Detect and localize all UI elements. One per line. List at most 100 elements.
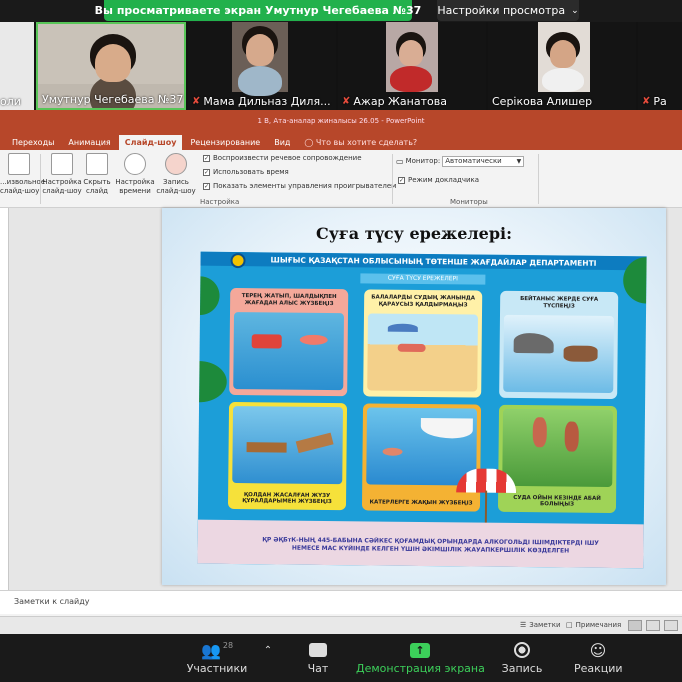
poster-footer-text: ҚР ӘҚБтК-НЫҢ 445-БАБЫНА СӘЙКЕС ҚОҒАМДЫҚ … <box>262 536 599 555</box>
rule-caption: БАЛАЛАРДЫ СУДЫҢ ЖАНЫНДА ҚАРАУСЫЗ ҚАЛДЫРМ… <box>371 294 476 309</box>
slide-sorter-button[interactable] <box>646 620 660 631</box>
video-tile[interactable]: ✘ Мама Дильназ Диля... <box>188 22 336 110</box>
rule-caption: КАТЕРЛЕРГЕ ЖАҚЫН ЖҮЗБЕҢІЗ <box>369 499 473 507</box>
presenter-view-checkbox[interactable]: ✓ Режим докладчика <box>398 176 479 184</box>
hide-slide-button[interactable]: Скрыть слайд <box>82 153 112 196</box>
custom-slideshow-label: ...извольное слайд-шоу <box>0 178 46 195</box>
checkbox-checked: ✓ <box>203 182 210 190</box>
tab-review[interactable]: Рецензирование <box>184 135 266 150</box>
share-screen-label: Демонстрация экрана <box>356 662 485 675</box>
video-tile[interactable]: ✘ Ра <box>638 22 682 110</box>
reactions-label: Реакции <box>574 662 623 675</box>
palm-leaves-icon <box>199 265 231 326</box>
rule-illustration <box>367 313 479 392</box>
custom-slideshow-icon <box>8 153 30 175</box>
rule-illustration <box>233 312 345 391</box>
tab-animations[interactable]: Анимация <box>62 135 116 150</box>
play-narrations-checkbox[interactable]: ✓ Воспроизвести речевое сопровождение <box>203 154 362 162</box>
record-button[interactable]: Запись <box>500 638 544 675</box>
video-strip: оли Умутнур Чегебаева №37 ✘ Мама Дильназ… <box>0 22 682 110</box>
record-icon <box>165 153 187 175</box>
checkbox-checked: ✓ <box>203 154 210 162</box>
meeting-toolbar: 👥 28 Участники ⌃ Чат ↑ Демонстрация экра… <box>0 634 682 682</box>
chevron-down-icon: ⌄ <box>571 5 579 16</box>
chevron-up-icon: ⌃ <box>263 644 273 656</box>
participant-name: Серікова Алишер <box>492 95 593 108</box>
rule-panel: БЕЙТАНЫС ЖЕРДЕ СУҒА ТҮСПЕҢІЗ <box>499 290 619 400</box>
setup-slideshow-icon <box>51 153 73 175</box>
tell-me-search[interactable]: ◯ Что вы хотите сделать? <box>298 135 423 150</box>
monitor-select[interactable]: ▭ Монитор: Автоматически ▼ <box>396 155 536 167</box>
participant-name: ✘ Мама Дильназ Диля... <box>192 95 331 108</box>
tab-view[interactable]: Вид <box>268 135 296 150</box>
rule-illustration <box>502 408 614 487</box>
group-setup-label: Настройка <box>200 198 240 206</box>
video-tile[interactable]: Серікова Алишер <box>488 22 636 110</box>
emblem-icon <box>230 252 246 269</box>
ribbon: ...извольное слайд-шоу Настройка слайд-ш… <box>0 150 682 208</box>
view-options-label: Настройки просмотра <box>437 4 566 17</box>
participants-label: Участники <box>186 662 248 675</box>
muted-mic-icon: ✘ <box>642 96 651 107</box>
group-monitors-label: Мониторы <box>450 198 488 206</box>
record-slideshow-button[interactable]: Запись слайд-шоу <box>155 153 197 196</box>
setup-slideshow-label: Настройка слайд-шоу <box>42 178 82 195</box>
participants-button[interactable]: 👥 28 Участники <box>186 638 248 676</box>
view-options-button[interactable]: Настройки просмотра ⌄ <box>437 0 579 21</box>
reactions-button[interactable]: ☺ Реакции <box>574 638 623 676</box>
monitor-dropdown[interactable]: Автоматически ▼ <box>442 155 525 167</box>
share-screen-icon: ↑ <box>356 638 484 662</box>
use-timings-checkbox[interactable]: ✓ Использовать время <box>203 168 289 176</box>
custom-slideshow-button[interactable]: ...извольное слайд-шоу <box>0 153 46 196</box>
video-tile[interactable]: оли <box>0 22 34 110</box>
tab-transitions[interactable]: Переходы <box>6 135 60 150</box>
slide-title: Суға түсу ережелері: <box>316 224 512 243</box>
tab-slideshow[interactable]: Слайд-шоу <box>118 135 183 150</box>
rule-caption: СУДА ОЙЫН КЕЗІНДЕ АБАЙ БОЛЫҢЫЗ <box>513 494 601 509</box>
monitor-label: Монитор: <box>405 157 441 165</box>
ribbon-tabs: Переходы Анимация Слайд-шоу Рецензирован… <box>0 132 682 150</box>
lightbulb-icon: ◯ <box>304 138 314 147</box>
chat-button[interactable]: Чат <box>300 638 336 675</box>
slide-notes-field[interactable]: Заметки к слайду <box>0 590 682 614</box>
rehearse-timings-label: Настройка времени <box>115 178 155 195</box>
dropdown-arrow-icon: ▼ <box>516 157 522 165</box>
rule-illustration <box>503 314 614 394</box>
setup-slideshow-button[interactable]: Настройка слайд-шоу <box>42 153 82 196</box>
rule-panel: КАТЕРЛЕРГЕ ЖАҚЫН ЖҮЗБЕҢІЗ <box>361 403 482 512</box>
participants-count: 28 <box>222 640 234 650</box>
video-tile[interactable]: ✘ Ажар Жанатова <box>338 22 486 110</box>
rule-illustration <box>366 407 478 486</box>
rule-panel: ҚОЛДАН ЖАСАЛҒАН ЖҮЗУ ҚҰРАЛДАРЫМЕН ЖҮЗБЕҢ… <box>227 401 348 511</box>
participants-options-caret[interactable]: ⌃ <box>260 638 276 662</box>
rehearse-timings-button[interactable]: Настройка времени <box>115 153 155 196</box>
comments-toggle-button[interactable]: □ Примечания <box>566 621 621 629</box>
sharing-banner: Вы просматриваете экран Умутнур Чегебаев… <box>95 0 421 21</box>
show-media-controls-checkbox[interactable]: ✓ Показать элементы управления проигрыва… <box>203 182 396 190</box>
video-tile-active-speaker[interactable]: Умутнур Чегебаева №37 <box>36 22 186 110</box>
chat-icon <box>300 638 336 662</box>
reading-view-button[interactable] <box>664 620 678 631</box>
poster-footer: ҚР ӘҚБтК-НЫҢ 445-БАБЫНА СӘЙКЕС ҚОҒАМДЫҚ … <box>197 519 644 569</box>
record-slideshow-label: Запись слайд-шоу <box>156 178 196 195</box>
normal-view-button[interactable] <box>628 620 642 631</box>
rule-caption: БЕЙТАНЫС ЖЕРДЕ СУҒА ТҮСПЕҢІЗ <box>520 296 599 310</box>
participant-name: оли <box>0 95 21 108</box>
participants-icon: 👥 <box>200 640 221 660</box>
comment-icon: □ <box>566 621 573 629</box>
notes-toggle-button[interactable]: ☰ Заметки <box>520 621 561 629</box>
muted-mic-icon: ✘ <box>342 96 351 107</box>
rule-panel: БАЛАЛАРДЫ СУДЫҢ ЖАНЫНДА ҚАРАУСЫЗ ҚАЛДЫРМ… <box>363 289 483 398</box>
record-label: Запись <box>501 662 543 675</box>
record-icon <box>500 638 544 662</box>
screen: Вы просматриваете экран Умутнур Чегебаев… <box>0 0 682 682</box>
status-bar: ☰ Заметки □ Примечания <box>0 616 682 634</box>
window-title: 1 В, Ата-аналар жиналысы 26.05 - PowerPo… <box>0 110 682 132</box>
participant-name: Умутнур Чегебаева №37 <box>42 93 184 106</box>
current-slide[interactable]: Суға түсу ережелері: ШЫҒЫС ҚАЗАҚСТАН ОБЛ… <box>162 208 666 585</box>
rule-panel: СУДА ОЙЫН КЕЗІНДЕ АБАЙ БОЛЫҢЫЗ <box>497 404 618 514</box>
slide-thumbnails-panel[interactable] <box>0 208 9 590</box>
rule-illustration <box>232 406 344 485</box>
slide-editor-area: Суға түсу ережелері: ШЫҒЫС ҚАЗАҚСТАН ОБЛ… <box>0 208 682 590</box>
share-screen-button[interactable]: ↑ Демонстрация экрана <box>356 638 485 675</box>
